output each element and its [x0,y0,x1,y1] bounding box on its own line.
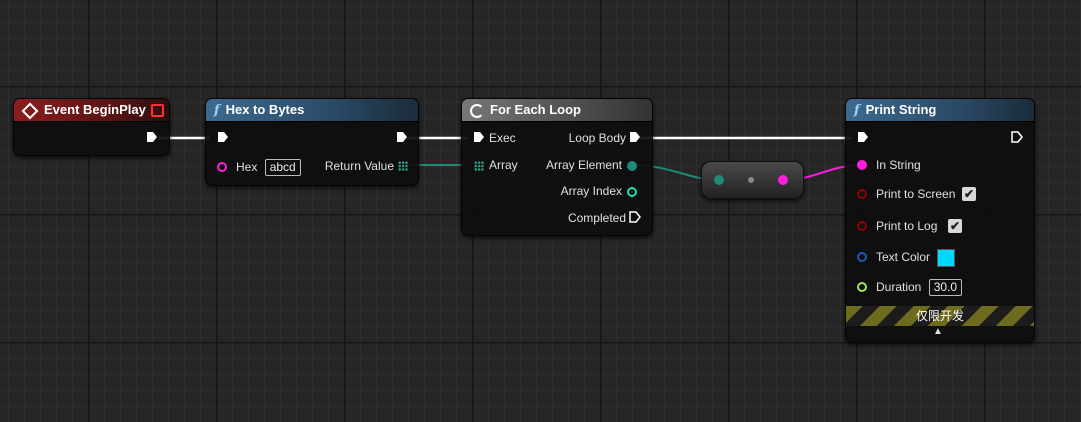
array-label: Array [489,158,518,172]
exec-out-pin-icon[interactable] [1011,131,1023,143]
array-element-pin-icon[interactable] [627,161,637,171]
loop-body-pin-icon[interactable] [629,131,641,143]
array-element-label: Array Element [545,158,622,172]
hex-input[interactable]: abcd [264,159,301,176]
array-index-label: Array Index [560,184,622,198]
print-screen-label: Print to Screen [876,187,956,201]
exec-in-pin-icon[interactable] [473,131,485,143]
byte-to-string-conversion-node[interactable] [701,161,804,199]
print-log-pin-icon[interactable] [857,221,867,231]
function-f-icon: f [854,103,860,118]
event-beginplay-header[interactable]: Event BeginPlay [14,99,169,122]
hex-to-bytes-header[interactable]: f Hex to Bytes [206,99,418,122]
return-value-label: Return Value [324,159,394,173]
duration-label: Duration [876,280,922,294]
exec-in-pin-icon[interactable] [217,131,229,143]
hex-to-bytes-node[interactable]: f Hex to Bytes Hex abcd Return Value [205,98,419,186]
event-beginplay-title: Event BeginPlay [44,102,146,117]
completed-pin-icon[interactable] [629,211,641,223]
expand-arrow-icon[interactable]: ▲ [933,326,943,338]
array-in-pin-icon[interactable] [474,161,484,171]
hex-pin: Hex abcd [236,158,301,176]
conversion-out-pin-icon[interactable] [778,175,788,185]
function-f-icon: f [214,103,220,118]
event-diamond-icon [21,102,39,120]
for-each-loop-title: For Each Loop [490,102,581,117]
loop-icon [470,103,484,118]
text-color-label: Text Color [876,250,931,264]
array-index-pin-icon[interactable] [627,187,637,197]
completed-label: Completed [567,211,626,225]
duration-pin-icon[interactable] [857,282,867,292]
print-string-header[interactable]: f Print String [846,99,1034,122]
for-each-loop-node[interactable]: For Each Loop Exec Array Loop Body Array… [461,98,653,236]
exec-label: Exec [489,131,516,145]
in-string-pin-icon[interactable] [857,160,867,170]
text-color-swatch[interactable] [937,249,955,267]
print-screen-checkbox[interactable]: ✔ [962,187,976,201]
for-each-loop-header[interactable]: For Each Loop [462,99,652,122]
print-log-checkbox[interactable]: ✔ [948,219,962,233]
duration-pin: Duration 30.0 [876,278,963,296]
text-color-pin-icon[interactable] [857,252,867,262]
conversion-center-dot-icon [748,177,754,183]
hex-string-pin-icon[interactable] [217,162,227,172]
print-string-title: Print String [865,102,937,117]
print-string-node[interactable]: f Print String In String Print to Screen … [845,98,1035,343]
exec-in-pin-icon[interactable] [857,131,869,143]
delegate-pin-icon[interactable] [151,104,164,117]
hex-label: Hex [236,160,258,174]
development-only-label: 仅限开发 [915,309,964,323]
hex-to-bytes-title: Hex to Bytes [225,102,305,117]
duration-input[interactable]: 30.0 [928,279,963,296]
print-screen-pin-icon[interactable] [857,189,867,199]
exec-out-pin-icon[interactable] [396,131,408,143]
loop-body-label: Loop Body [568,131,626,145]
in-string-label: In String [876,158,921,172]
development-only-banner: 仅限开发 [846,306,1034,326]
conversion-in-pin-icon[interactable] [714,175,724,185]
print-log-label: Print to Log [876,219,938,233]
byte-array-out-pin-icon[interactable] [398,161,408,171]
event-beginplay-node[interactable]: Event BeginPlay [13,98,170,156]
exec-out-pin-icon[interactable] [146,131,158,143]
